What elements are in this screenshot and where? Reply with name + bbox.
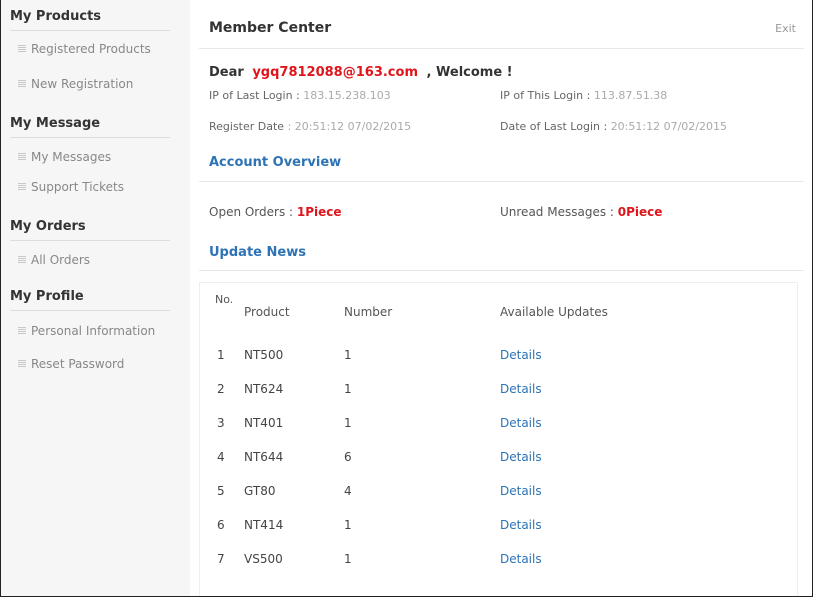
table-row: 3 NT401 1 Details [193, 416, 810, 450]
details-link[interactable]: Details [500, 348, 542, 362]
sidebar-item-personal-information[interactable]: Personal Information [18, 324, 155, 338]
table-row: 5 GT80 4 Details [193, 484, 810, 518]
list-bullet-icon [18, 80, 26, 87]
sidebar-item-reset-password[interactable]: Reset Password [18, 357, 124, 371]
column-header-product: Product [244, 305, 290, 319]
row-count: 1 [344, 416, 352, 430]
sidebar-item-label: Reset Password [31, 357, 125, 371]
ip-this-login-label: IP of This Login : [500, 89, 591, 102]
open-orders: Open Orders : 1Piece [209, 205, 342, 219]
row-number: 5 [217, 484, 225, 498]
update-news-heading[interactable]: Update News [209, 245, 306, 260]
column-header-number: Number [344, 305, 393, 319]
row-product: NT624 [244, 382, 284, 396]
sidebar-heading-orders: My Orders [10, 219, 86, 234]
row-number: 7 [217, 552, 225, 566]
list-bullet-icon [18, 360, 26, 367]
exit-link[interactable]: Exit [775, 22, 796, 35]
sidebar-item-label: My Messages [31, 150, 112, 164]
sidebar-item-my-messages[interactable]: My Messages [18, 150, 111, 164]
user-email: ygq7812088@163.com [252, 65, 418, 80]
account-overview-heading[interactable]: Account Overview [209, 155, 341, 170]
divider [10, 240, 170, 241]
welcome-message: Dear ygq7812088@163.com , Welcome ! [209, 65, 513, 80]
last-login-date-value: 20:51:12 07/02/2015 [610, 120, 727, 133]
sidebar-item-all-orders[interactable]: All Orders [18, 253, 90, 267]
details-link[interactable]: Details [500, 518, 542, 532]
details-link[interactable]: Details [500, 484, 542, 498]
row-product: VS500 [244, 552, 283, 566]
row-count: 1 [344, 518, 352, 532]
main-content: Member Center Exit Dear ygq7812088@163.c… [193, 0, 810, 596]
table-row: 2 NT624 1 Details [193, 382, 810, 416]
welcome-text: , Welcome ! [426, 65, 513, 80]
unread-messages: Unread Messages : 0Piece [500, 205, 662, 219]
row-count: 6 [344, 450, 352, 464]
row-product: NT500 [244, 348, 284, 362]
sidebar-heading-profile: My Profile [10, 289, 84, 304]
last-login-date: Date of Last Login : 20:51:12 07/02/2015 [500, 120, 727, 133]
row-product: NT414 [244, 518, 284, 532]
sidebar-item-label: Personal Information [31, 324, 156, 338]
open-orders-value: 1Piece [296, 205, 342, 219]
row-number: 2 [217, 382, 225, 396]
table-row: 1 NT500 1 Details [193, 348, 810, 382]
sidebar-item-registered-products[interactable]: Registered Products [18, 42, 151, 56]
register-date-value: : 20:51:12 07/02/2015 [287, 120, 412, 133]
open-orders-label: Open Orders : [209, 205, 294, 219]
row-number: 6 [217, 518, 225, 532]
sidebar: My Products Registered Products New Regi… [1, 0, 190, 596]
ip-last-login: IP of Last Login : 183.15.238.103 [209, 89, 391, 102]
sidebar-item-support-tickets[interactable]: Support Tickets [18, 180, 124, 194]
sidebar-item-label: All Orders [31, 253, 91, 267]
divider [199, 181, 804, 182]
sidebar-item-new-registration[interactable]: New Registration [18, 77, 133, 91]
sidebar-item-label: Support Tickets [31, 180, 125, 194]
list-bullet-icon [18, 45, 26, 52]
sidebar-heading-message: My Message [10, 116, 101, 131]
sidebar-item-label: New Registration [31, 77, 134, 91]
column-header-available-updates: Available Updates [500, 305, 608, 319]
row-count: 4 [344, 484, 352, 498]
row-number: 1 [217, 348, 225, 362]
row-count: 1 [344, 382, 352, 396]
welcome-dear: Dear [209, 65, 244, 80]
details-link[interactable]: Details [500, 450, 542, 464]
list-bullet-icon [18, 327, 26, 334]
divider [10, 30, 170, 31]
register-date-label: Register Date [209, 120, 285, 133]
sidebar-heading-products: My Products [10, 9, 102, 24]
sidebar-item-label: Registered Products [31, 42, 151, 56]
details-link[interactable]: Details [500, 552, 542, 566]
register-date: Register Date : 20:51:12 07/02/2015 [209, 120, 411, 133]
unread-messages-label: Unread Messages : [500, 205, 614, 219]
divider [199, 270, 804, 271]
table-row: 4 NT644 6 Details [193, 450, 810, 484]
column-header-no: No. [215, 293, 234, 306]
details-link[interactable]: Details [500, 416, 542, 430]
divider [10, 310, 170, 311]
page-title: Member Center [209, 20, 332, 36]
ip-this-login-value: 113.87.51.38 [593, 89, 668, 102]
list-bullet-icon [18, 183, 26, 190]
row-count: 1 [344, 348, 352, 362]
last-login-date-label: Date of Last Login : [500, 120, 608, 133]
unread-messages-value: 0Piece [617, 205, 663, 219]
list-bullet-icon [18, 153, 26, 160]
divider [10, 137, 170, 138]
table-row: 6 NT414 1 Details [193, 518, 810, 552]
row-number: 3 [217, 416, 225, 430]
row-number: 4 [217, 450, 225, 464]
table-row: 7 VS500 1 Details [193, 552, 810, 586]
row-product: NT401 [244, 416, 284, 430]
ip-last-login-label: IP of Last Login : [209, 89, 300, 102]
list-bullet-icon [18, 256, 26, 263]
row-count: 1 [344, 552, 352, 566]
ip-this-login: IP of This Login : 113.87.51.38 [500, 89, 667, 102]
divider [199, 48, 804, 49]
row-product: GT80 [244, 484, 276, 498]
ip-last-login-value: 183.15.238.103 [303, 89, 391, 102]
details-link[interactable]: Details [500, 382, 542, 396]
row-product: NT644 [244, 450, 284, 464]
